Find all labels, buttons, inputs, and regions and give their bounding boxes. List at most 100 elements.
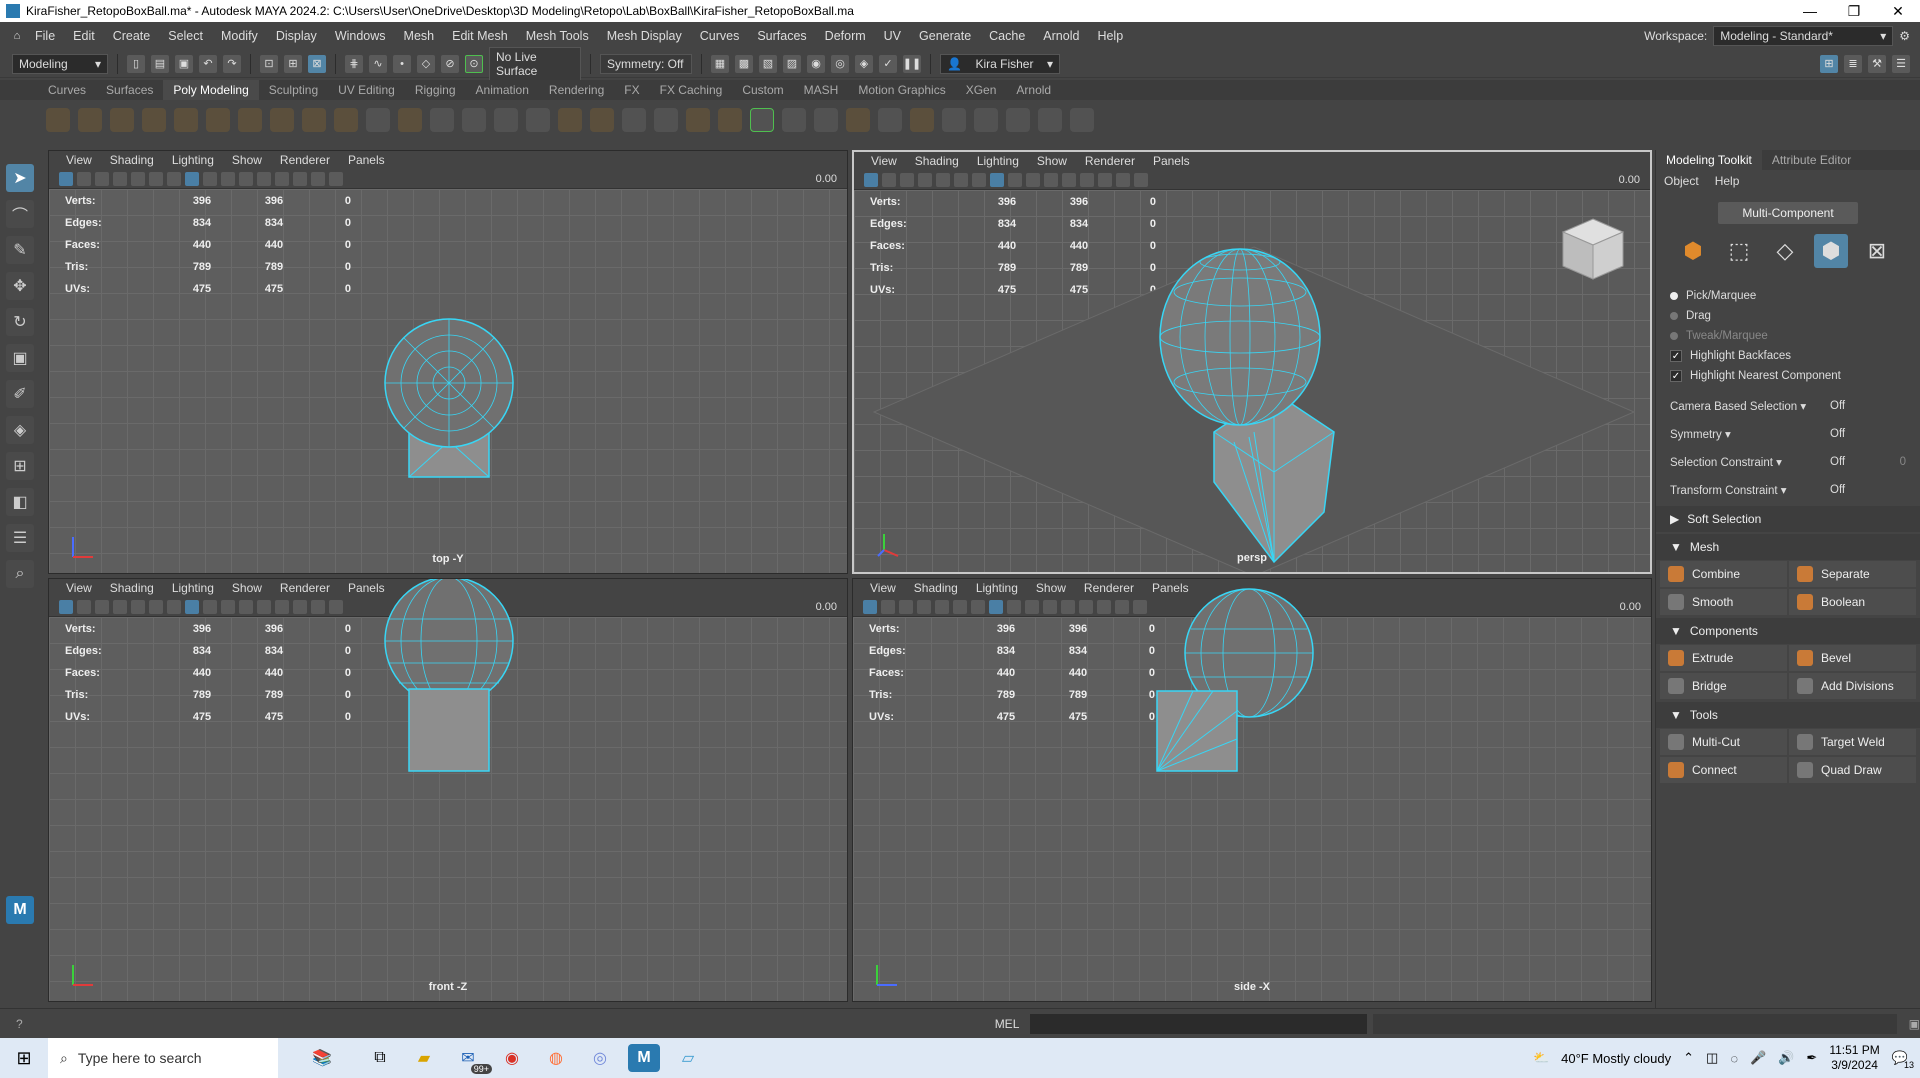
attribute-editor-icon[interactable]: ≣ bbox=[1844, 54, 1862, 73]
volume-icon[interactable]: 🔊 bbox=[1778, 1050, 1794, 1066]
menu-deform[interactable]: Deform bbox=[816, 29, 875, 43]
transform-constraint-setting[interactable]: Transform Constraint ▾ Off bbox=[1656, 476, 1920, 504]
notification-icon[interactable]: 💬 13 bbox=[1892, 1050, 1914, 1070]
toolkit-menu-help[interactable]: Help bbox=[1715, 174, 1740, 188]
add-divisions-button[interactable]: Add Divisions bbox=[1789, 673, 1916, 699]
live-surface-field[interactable]: No Live Surface bbox=[489, 46, 581, 81]
menu-cache[interactable]: Cache bbox=[980, 29, 1034, 43]
tab-sculpting[interactable]: Sculpting bbox=[259, 80, 328, 100]
poly-disc-icon[interactable] bbox=[238, 108, 262, 132]
bridge-button[interactable]: Bridge bbox=[1660, 673, 1787, 699]
render-settings-icon[interactable]: ▨ bbox=[783, 54, 801, 73]
viewport-side[interactable]: View Shading Lighting Show Renderer Pane… bbox=[852, 578, 1652, 1002]
file-explorer-icon[interactable]: ▰ bbox=[408, 1044, 440, 1072]
save-scene-icon[interactable]: ▣ bbox=[175, 54, 193, 73]
render-setup-icon[interactable]: ◎ bbox=[831, 54, 849, 73]
quad-draw-shelf-icon[interactable] bbox=[974, 108, 998, 132]
taskbar-clock[interactable]: 11:51 PM 3/9/2024 bbox=[1829, 1043, 1879, 1073]
boolean-button[interactable]: Boolean bbox=[1789, 589, 1916, 615]
auto-uv-icon[interactable] bbox=[1038, 108, 1062, 132]
menu-uv[interactable]: UV bbox=[875, 29, 910, 43]
uv-mode-icon[interactable]: ⊠ bbox=[1860, 234, 1894, 268]
microphone-icon[interactable]: 🎤 bbox=[1750, 1050, 1766, 1066]
four-view-icon[interactable]: ⊞ bbox=[6, 452, 34, 480]
menu-create[interactable]: Create bbox=[104, 29, 160, 43]
multi-cut-shelf-icon[interactable] bbox=[750, 108, 774, 132]
poly-torus-icon[interactable] bbox=[174, 108, 198, 132]
separate-shelf-icon[interactable] bbox=[462, 108, 486, 132]
bevel-button[interactable]: Bevel bbox=[1789, 645, 1916, 671]
script-language-toggle[interactable]: MEL bbox=[995, 1017, 1027, 1031]
svg-icon[interactable] bbox=[398, 108, 422, 132]
pause-icon[interactable]: ❚❚ bbox=[903, 54, 921, 73]
mode-dropdown[interactable]: Modeling ▾ bbox=[12, 53, 108, 74]
open-scene-icon[interactable]: ▤ bbox=[151, 54, 169, 73]
menu-display[interactable]: Display bbox=[267, 29, 326, 43]
tweak-marquee-option[interactable]: Tweak/Marquee bbox=[1656, 326, 1920, 346]
circularize-icon[interactable] bbox=[942, 108, 966, 132]
separate-button[interactable]: Separate bbox=[1789, 561, 1916, 587]
collapse-icon[interactable] bbox=[910, 108, 934, 132]
face-mode-icon[interactable]: ⬢ bbox=[1814, 234, 1848, 268]
menu-modify[interactable]: Modify bbox=[212, 29, 267, 43]
toolkit-menu-object[interactable]: Object bbox=[1664, 174, 1699, 188]
tab-rigging[interactable]: Rigging bbox=[405, 80, 466, 100]
object-mode-icon[interactable]: ⬢ bbox=[1676, 234, 1710, 268]
mesh-top-view[interactable] bbox=[49, 151, 848, 574]
weather-icon[interactable]: ⛅ bbox=[1533, 1050, 1549, 1066]
poly-sphere-icon[interactable] bbox=[46, 108, 70, 132]
vertex-mode-icon[interactable]: ⬚ bbox=[1722, 234, 1756, 268]
mesh-persp-view[interactable] bbox=[854, 152, 1652, 574]
box-mesh[interactable] bbox=[408, 688, 490, 772]
menu-file[interactable]: File bbox=[26, 29, 64, 43]
view-cube-icon[interactable] bbox=[1558, 214, 1628, 284]
symmetry-dropdown[interactable]: Symmetry: Off bbox=[600, 53, 692, 74]
select-object-icon[interactable]: ⊞ bbox=[284, 54, 302, 73]
insert-edge-loop-icon[interactable] bbox=[814, 108, 838, 132]
taskbar-search[interactable]: ⌕ Type here to search bbox=[48, 1038, 278, 1078]
minimize-icon[interactable]: — bbox=[1788, 3, 1832, 19]
quad-draw-button[interactable]: Quad Draw bbox=[1789, 757, 1916, 783]
menu-windows[interactable]: Windows bbox=[326, 29, 395, 43]
tools-section[interactable]: ▼ Tools bbox=[1656, 702, 1920, 728]
menu-edit[interactable]: Edit bbox=[64, 29, 104, 43]
arnold-render-icon[interactable]: ✓ bbox=[879, 54, 897, 73]
menu-mesh-display[interactable]: Mesh Display bbox=[598, 29, 691, 43]
type-icon[interactable] bbox=[366, 108, 390, 132]
extract-icon[interactable] bbox=[494, 108, 518, 132]
modeling-toolkit-icon[interactable]: ⊞ bbox=[1820, 54, 1838, 73]
bridge-shelf-icon[interactable] bbox=[654, 108, 678, 132]
poly-cylinder-icon[interactable] bbox=[110, 108, 134, 132]
poly-cube-icon[interactable] bbox=[78, 108, 102, 132]
planar-uv-icon[interactable] bbox=[1006, 108, 1030, 132]
snap-curve-icon[interactable]: ∿ bbox=[369, 54, 387, 73]
mesh-front-view[interactable] bbox=[49, 579, 848, 1002]
connect-button[interactable]: Connect bbox=[1660, 757, 1787, 783]
snap-view-icon[interactable]: ◇ bbox=[417, 54, 435, 73]
side-by-side-icon[interactable]: ◧ bbox=[6, 488, 34, 516]
edge-mode-icon[interactable]: ◇ bbox=[1768, 234, 1802, 268]
last-tool-icon[interactable]: ✐ bbox=[6, 380, 34, 408]
highlight-backfaces-checkbox[interactable]: ✓ Highlight Backfaces bbox=[1656, 346, 1920, 366]
viewport-top[interactable]: View Shading Lighting Show Renderer Pane… bbox=[48, 150, 848, 574]
firefox-icon[interactable]: ◍ bbox=[540, 1044, 572, 1072]
sphere-mesh[interactable] bbox=[1159, 248, 1321, 426]
menu-generate[interactable]: Generate bbox=[910, 29, 980, 43]
sphere-mesh[interactable] bbox=[384, 579, 514, 706]
bevel-shelf-icon[interactable] bbox=[718, 108, 742, 132]
menu-edit-mesh[interactable]: Edit Mesh bbox=[443, 29, 517, 43]
undo-icon[interactable]: ↶ bbox=[199, 54, 217, 73]
menu-arnold[interactable]: Arnold bbox=[1034, 29, 1088, 43]
drag-option[interactable]: Drag bbox=[1656, 306, 1920, 326]
menu-mesh[interactable]: Mesh bbox=[395, 29, 444, 43]
task-view-icon[interactable]: ⧉ bbox=[364, 1044, 396, 1072]
selection-constraint-setting[interactable]: Selection Constraint ▾ Off 0 bbox=[1656, 448, 1920, 476]
highlight-nearest-checkbox[interactable]: ✓ Highlight Nearest Component bbox=[1656, 366, 1920, 386]
sweep-mesh-icon[interactable] bbox=[334, 108, 358, 132]
mail-icon[interactable]: ✉ 99+ bbox=[452, 1044, 492, 1074]
multi-component-button[interactable]: Multi-Component bbox=[1718, 202, 1858, 224]
home-icon[interactable]: ⌂ bbox=[8, 27, 26, 45]
chevron-up-icon[interactable]: ⌃ bbox=[1683, 1050, 1694, 1066]
super-shape-icon[interactable] bbox=[302, 108, 326, 132]
render-frame-icon[interactable]: ▩ bbox=[735, 54, 753, 73]
